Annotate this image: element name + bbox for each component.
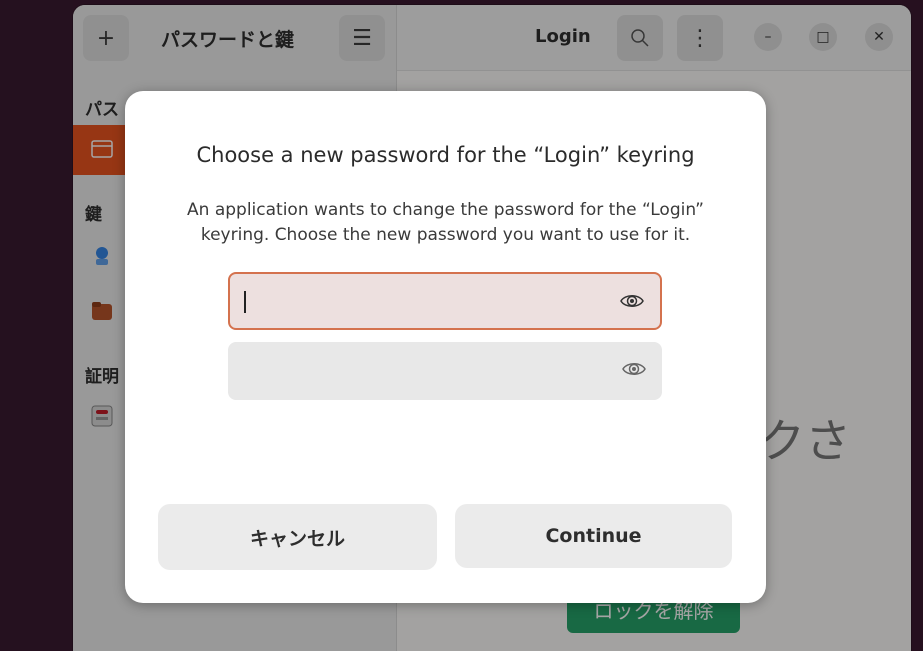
dialog-message: An application wants to change the passw…	[155, 198, 736, 248]
confirm-password-field[interactable]	[228, 342, 662, 400]
dialog-message-line-2: keyring. Choose the new password you wan…	[200, 225, 691, 245]
eye-icon[interactable]	[622, 360, 646, 378]
cancel-button[interactable]: キャンセル	[158, 504, 437, 570]
dialog-title: Choose a new password for the “Login” ke…	[196, 143, 695, 167]
new-password-field[interactable]	[228, 272, 662, 330]
continue-button[interactable]: Continue	[455, 504, 732, 568]
text-caret	[244, 291, 246, 313]
dialog-message-line-1: An application wants to change the passw…	[187, 200, 704, 220]
change-password-dialog: Choose a new password for the “Login” ke…	[125, 91, 766, 603]
eye-icon[interactable]	[620, 292, 644, 310]
